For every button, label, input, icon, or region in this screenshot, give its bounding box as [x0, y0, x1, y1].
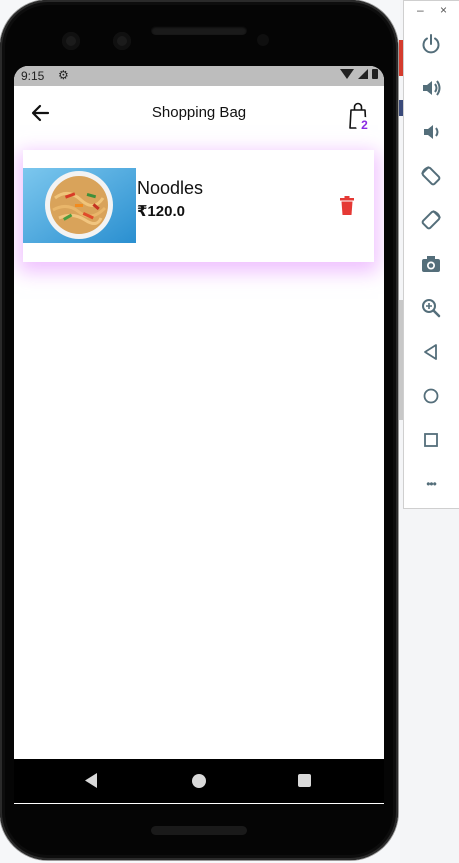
- nav-recents-square-icon[interactable]: [298, 774, 311, 787]
- noodles-image: [23, 168, 136, 243]
- close-button[interactable]: ×: [440, 3, 447, 17]
- item-price: ₹120.0: [137, 203, 185, 220]
- settings-gear-icon: ⚙: [58, 68, 69, 82]
- zoom-icon[interactable]: [418, 295, 444, 321]
- volume-down-icon[interactable]: [418, 119, 444, 145]
- front-camera-right: [113, 32, 131, 50]
- home-circle-icon[interactable]: [418, 383, 444, 409]
- status-bar: 9:15 ⚙: [14, 66, 384, 86]
- status-icons: [340, 69, 378, 79]
- page-title: Shopping Bag: [151, 104, 247, 121]
- status-time: 9:15: [21, 69, 45, 83]
- camera-screenshot-icon[interactable]: [418, 251, 444, 277]
- emulator-control-panel: – × •••: [403, 0, 459, 509]
- rotate-right-icon[interactable]: [418, 207, 444, 233]
- volume-up-icon[interactable]: [418, 75, 444, 101]
- bag-count-badge: 2: [356, 117, 373, 134]
- power-icon[interactable]: [418, 31, 444, 57]
- phone-screen: 9:15 ⚙ Shopping Bag 2 Noodles ₹120.0: [14, 66, 384, 804]
- top-speaker: [151, 26, 247, 35]
- wifi-icon: [340, 69, 354, 79]
- app-bar: Shopping Bag 2: [14, 86, 384, 140]
- item-name: Noodles: [137, 178, 204, 198]
- proximity-sensor: [257, 34, 269, 46]
- minimize-button[interactable]: –: [417, 3, 424, 17]
- android-nav-bar: [14, 759, 384, 803]
- nav-back-triangle-icon[interactable]: [85, 773, 98, 793]
- nav-home-circle-icon[interactable]: [192, 774, 206, 788]
- rotate-left-icon[interactable]: [418, 163, 444, 189]
- cell-signal-icon: [358, 69, 368, 79]
- panel-header: – ×: [404, 1, 459, 23]
- delete-trash-icon[interactable]: [339, 196, 355, 216]
- battery-icon: [372, 69, 378, 79]
- cart-item-card[interactable]: Noodles ₹120.0: [23, 150, 374, 262]
- front-camera-left: [62, 32, 80, 50]
- more-options-button[interactable]: •••: [418, 471, 444, 497]
- back-triangle-icon[interactable]: [418, 339, 444, 365]
- bottom-speaker: [151, 826, 247, 835]
- overview-square-icon[interactable]: [418, 427, 444, 453]
